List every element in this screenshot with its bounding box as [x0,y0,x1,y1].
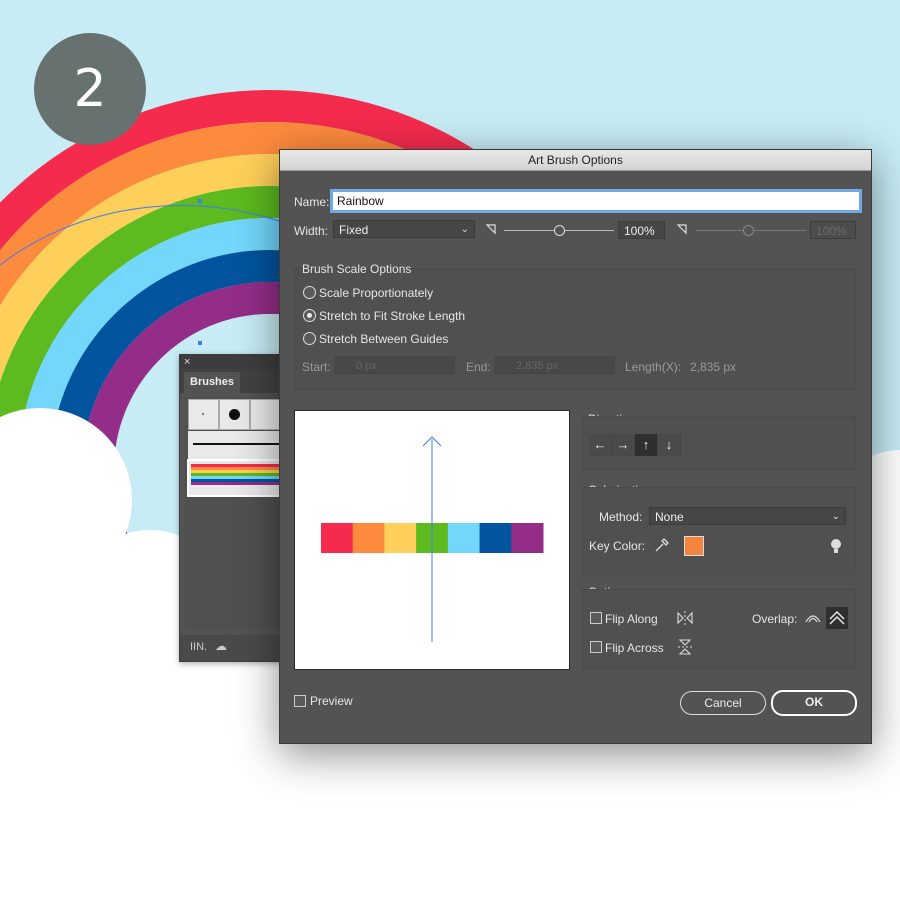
brushes-panel: × Brushes IIN. ☁ [179,354,291,662]
tab-brushes[interactable]: Brushes [184,372,241,393]
preview-color-segment [384,523,417,553]
close-icon[interactable]: × [184,356,190,368]
options-group [582,589,856,669]
radio-stretch-between-guides[interactable] [303,332,316,345]
thumb-color-stripe [191,476,279,479]
cancel-button[interactable]: Cancel [680,691,766,715]
variation-slider-thumb [743,225,754,236]
rainbow-brush-thumb [191,464,279,485]
preview-checkbox[interactable] [294,695,306,707]
thumb-color-stripe [191,479,279,482]
end-field: 2,835 px [495,356,615,374]
flip-along-icon [677,611,693,625]
cloud-icon[interactable]: ☁ [215,639,227,653]
direction-left-button[interactable]: ← [589,434,612,456]
overlap-corners-icon[interactable] [826,607,848,629]
brush-libraries-icon[interactable]: IIN. [190,641,207,653]
start-field: 0 px [335,356,455,374]
direction-buttons: ← → ↑ ↓ [589,434,681,456]
anchor-point [198,199,202,203]
panel-footer: IIN. ☁ [180,635,290,661]
flip-across-icon [678,639,692,655]
direction-down-button[interactable]: ↓ [658,434,681,456]
brush-preview [294,410,570,670]
method-select[interactable]: None ⌄ [649,507,846,525]
flip-along-label: Flip Along [605,612,658,626]
preview-color-segment [447,523,481,553]
tips-lightbulb-icon[interactable] [829,537,843,555]
variation-percent-field: 100% [810,221,856,239]
ok-button[interactable]: OK [771,690,857,716]
preview-color-segment [321,523,354,553]
key-color-label: Key Color: [589,539,646,553]
method-select-value: None [655,510,684,524]
preview-color-segment [479,523,512,553]
brush-thumb-empty[interactable] [250,399,281,430]
thumb-color-stripe [191,467,279,470]
direction-up-button[interactable]: ↑ [635,434,658,456]
name-label: Name: [294,195,330,209]
direction-right-button[interactable]: → [612,434,635,456]
width-select-value: Fixed [339,223,369,237]
flip-along-checkbox[interactable] [590,612,602,624]
art-brush-options-dialog: Art Brush Options Name: Rainbow Width: F… [279,149,872,744]
stretch-to-fit-label: Stretch to Fit Stroke Length [319,309,466,323]
width-slider-thumb[interactable] [554,225,565,236]
brush-row-calligraphic [188,399,281,430]
brush-row-rainbow[interactable] [187,459,283,497]
pressure-icon [485,224,496,235]
start-label: Start: [302,360,331,374]
preview-color-segment [511,523,544,553]
method-label: Method: [599,510,643,524]
radio-stretch-to-fit[interactable] [303,309,316,322]
overlap-label: Overlap: [752,612,798,626]
thumb-color-stripe [191,482,279,485]
overlap-adjust-icon[interactable] [803,608,823,628]
panel-close-bar: × [180,355,290,369]
colorization-group [582,487,856,575]
brush-thumb-round[interactable] [219,399,250,430]
chevron-down-icon: ⌄ [460,224,469,235]
radio-scale-proportionately[interactable] [303,286,316,299]
width-percent-field[interactable]: 100% [618,221,665,239]
flip-across-checkbox[interactable] [590,641,602,653]
thumb-color-stripe [191,464,279,467]
thumb-color-stripe [191,470,279,473]
brush-row-line[interactable] [188,431,280,459]
chevron-down-icon: ⌄ [831,511,840,522]
preview-color-segment [352,523,385,553]
dialog-title: Art Brush Options [280,150,871,171]
flip-across-label: Flip Across [605,641,664,655]
end-label: End: [466,360,491,374]
preview-label: Preview [310,694,353,708]
anchor-point [198,341,202,345]
name-input[interactable]: Rainbow [332,191,860,211]
panel-tab-bar: Brushes [180,369,290,393]
length-label: Length(X): [625,360,682,374]
stretch-between-guides-label: Stretch Between Guides [319,332,449,346]
thumb-color-stripe [191,473,279,476]
width-label: Width: [294,224,329,238]
brush-thumb-basic[interactable] [188,399,219,430]
step-number-badge: 2 [34,33,146,145]
length-value: 2,835 px [690,360,737,374]
brush-scale-options-label: Brush Scale Options [302,262,412,276]
brush-list [185,397,283,629]
width-select[interactable]: Fixed ⌄ [333,220,475,238]
key-color-swatch[interactable] [684,536,704,556]
scale-proportionately-label: Scale Proportionately [319,286,434,300]
pressure-variation-icon [676,224,687,235]
preview-canvas [321,436,544,642]
eyedropper-icon[interactable] [652,536,670,554]
